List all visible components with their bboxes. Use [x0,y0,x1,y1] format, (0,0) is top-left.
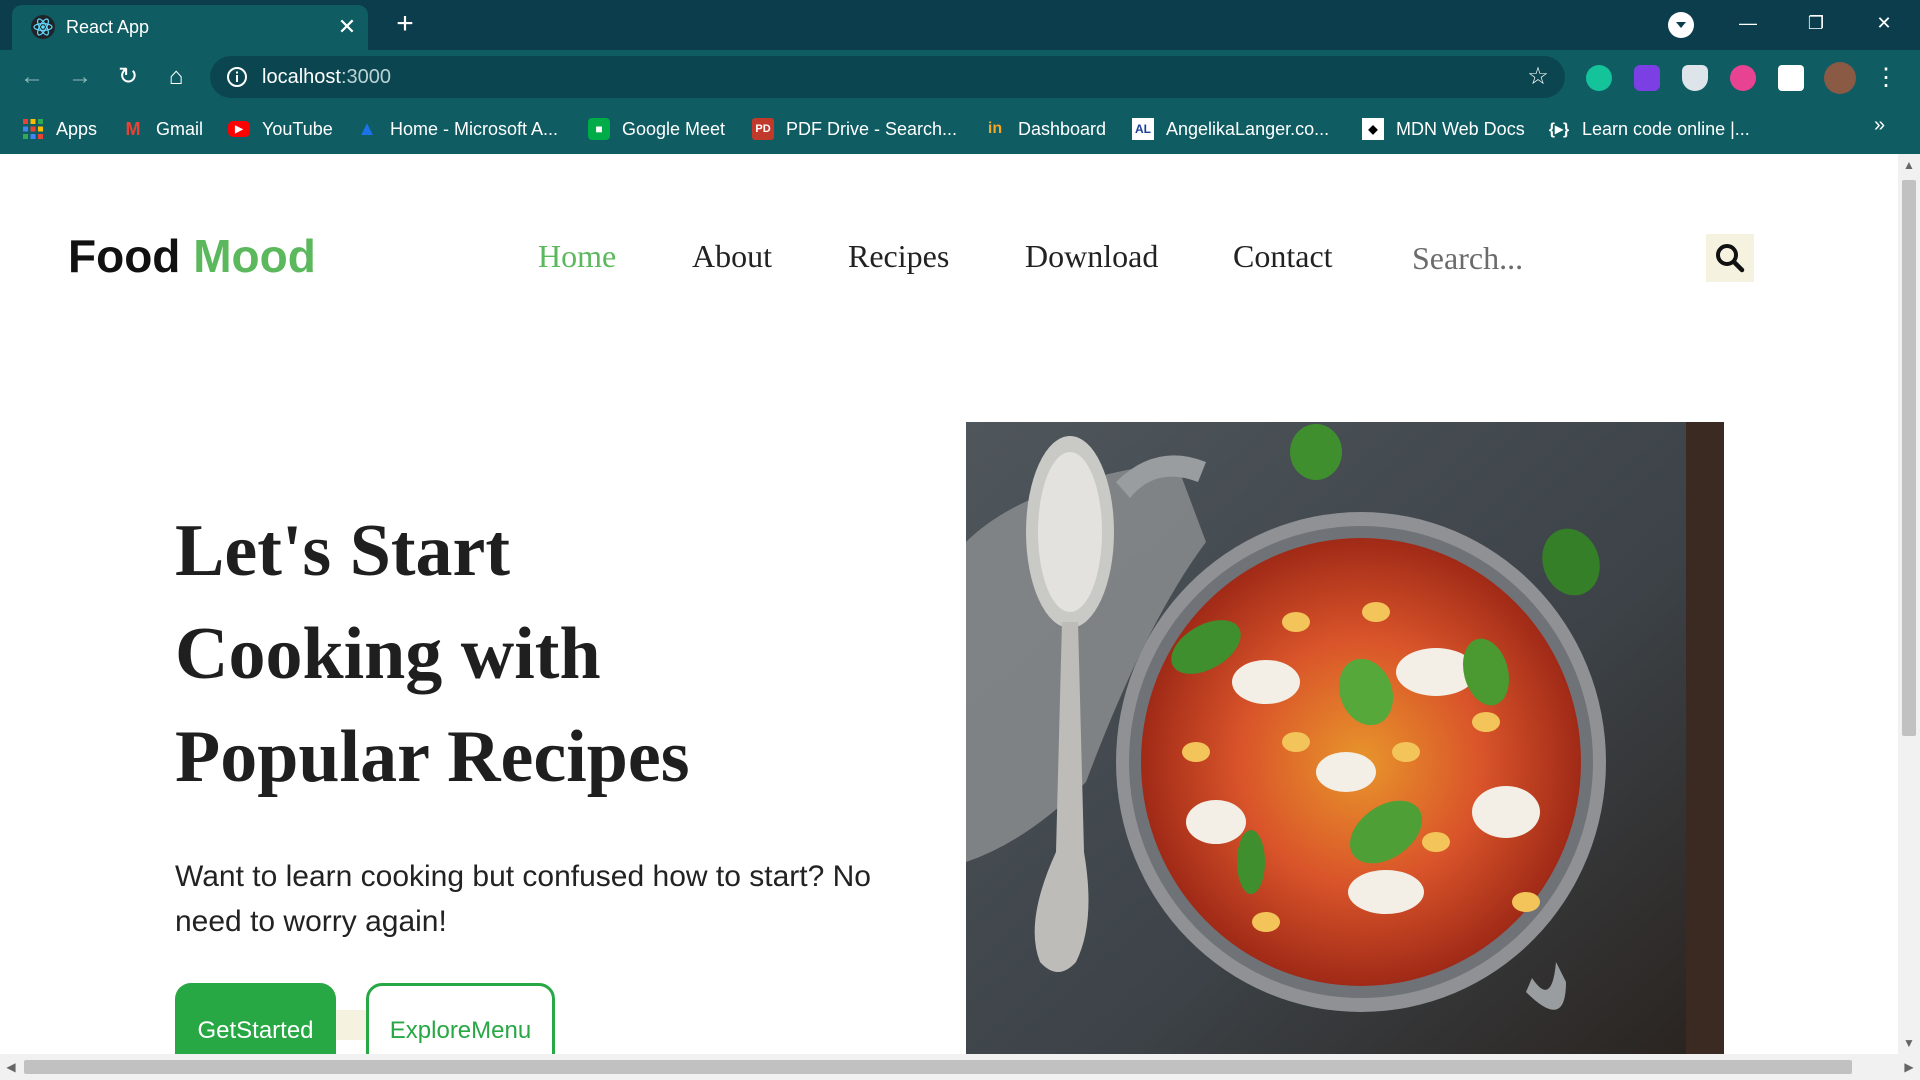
vertical-scrollbar[interactable]: ▲ ▼ [1898,154,1920,1054]
horizontal-scrollbar[interactable]: ◀ ▶ [0,1054,1920,1080]
moon-extension-icon[interactable] [1730,65,1756,91]
explore-menu-button[interactable]: ExploreMenu [366,983,555,1054]
tab-react-app[interactable]: React App ✕ [12,5,368,50]
bookmark-label: YouTube [262,118,333,139]
info-icon[interactable] [226,66,248,88]
browser-toolbar: ← → ↻ ⌂ localhost:3000 ☆ ⋮ [0,50,1920,104]
react-logo-icon [31,15,55,39]
bookmark-label: AngelikaLanger.co... [1166,118,1330,139]
nav-recipes[interactable]: Recipes [848,238,949,275]
youtube-icon: ▶ [228,121,250,137]
minimize-button[interactable]: — [1728,8,1768,38]
hero-title-line: Cooking with [175,613,601,695]
url-text: localhost:3000 [262,66,391,89]
nav-home[interactable]: Home [538,238,616,275]
bookmark-label: PDF Drive - Search... [786,118,958,139]
bookmark-label: Gmail [156,118,204,139]
bookmark-star-icon[interactable]: ☆ [1525,64,1551,90]
mdn-icon: ◆ [1362,118,1384,140]
search-icon [1716,244,1745,273]
scroll-down-arrow-icon[interactable]: ▼ [1898,1032,1920,1054]
bookmark-microsoft-azure[interactable]: ▲ Home - Microsoft A... [356,104,558,154]
bookmark-label: MDN Web Docs [1396,118,1525,139]
browser-menu-icon[interactable]: ⋮ [1874,62,1898,94]
bookmark-youtube[interactable]: ▶ YouTube [228,104,333,154]
nav-about[interactable]: About [692,238,772,275]
angelika-icon: AL [1132,118,1154,140]
button-spacer [336,1010,366,1040]
grammarly-extension-icon[interactable] [1586,65,1612,91]
hero-title-line: Popular Recipes [175,716,690,798]
search-input[interactable] [1410,232,1694,284]
tab-close-icon[interactable]: ✕ [334,11,360,43]
brand-second-word: Mood [193,230,316,282]
bookmark-label: Dashboard [1018,118,1107,139]
apps-grid-icon [22,118,44,140]
search-button[interactable] [1706,234,1754,282]
scroll-left-arrow-icon[interactable]: ◀ [0,1054,22,1080]
dashboard-icon: in [987,120,1003,137]
back-button[interactable]: ← [14,59,50,95]
bookmark-gmail[interactable]: M Gmail [122,104,204,154]
nav-contact[interactable]: Contact [1233,238,1333,275]
bookmarks-overflow-icon[interactable]: » [1874,114,1885,137]
bookmark-dashboard[interactable]: in Dashboard [984,104,1106,154]
hero-subtitle: Want to learn cooking but confused how t… [175,860,871,938]
azure-icon: ▲ [357,117,377,140]
close-window-button[interactable]: ✕ [1864,8,1904,38]
reload-button[interactable]: ↻ [110,59,146,95]
page-viewport: Food Mood Home About Recipes Download Co… [0,154,1898,1054]
horizontal-scroll-thumb[interactable] [24,1060,1852,1074]
url-port: :3000 [340,66,391,88]
tab-strip: React App ✕ + — ❐ ✕ [0,0,1920,50]
brand-first-word: Food [68,230,181,282]
bookmark-label: Home - Microsoft A... [390,118,559,139]
bookmark-label: Learn code online |... [1582,118,1750,139]
bookmark-angelikalanger[interactable]: AL AngelikaLanger.co... [1132,104,1329,154]
nav-download[interactable]: Download [1025,238,1158,275]
bookmark-google-meet[interactable]: ■ Google Meet [588,104,725,154]
scroll-right-arrow-icon[interactable]: ▶ [1898,1054,1920,1080]
new-tab-button[interactable]: + [390,6,420,42]
bookmark-apps[interactable]: Apps [22,104,97,154]
shield-extension-icon[interactable] [1682,65,1708,91]
bookmark-pdf-drive[interactable]: PD PDF Drive - Search... [752,104,957,154]
bookmark-label: Google Meet [622,118,726,139]
google-meet-icon: ■ [588,118,610,140]
bookmark-label: Apps [56,118,98,139]
brand-logo[interactable]: Food Mood [68,229,316,283]
extension-purple-icon[interactable] [1634,65,1660,91]
code-brackets-icon: {▸} [1548,121,1570,138]
gmail-icon: M [125,118,141,139]
pdf-drive-icon: PD [752,118,774,140]
chevron-down-icon [1676,22,1686,28]
gnocchi-dish-image [966,422,1724,1054]
restore-button[interactable]: ❐ [1796,8,1836,38]
hero-title: Let's Start Cooking with Popular Recipes [175,500,795,809]
forward-button[interactable]: → [62,59,98,95]
get-started-button[interactable]: GetStarted [175,983,336,1054]
bookmark-learn-code[interactable]: {▸} Learn code online |... [1548,104,1750,154]
url-host: localhost [262,66,341,88]
profile-avatar[interactable] [1824,62,1856,94]
address-bar[interactable]: localhost:3000 ☆ [210,56,1565,98]
vertical-scroll-thumb[interactable] [1902,180,1916,736]
hero-title-line: Let's Start [175,510,510,592]
tab-title: React App [66,17,150,37]
bookmarks-bar: Apps M Gmail ▶ YouTube ▲ Home - Microsof… [0,104,1920,154]
extensions-puzzle-icon[interactable] [1778,65,1804,91]
bookmark-mdn[interactable]: ◆ MDN Web Docs [1362,104,1525,154]
scroll-up-arrow-icon[interactable]: ▲ [1898,154,1920,176]
home-button[interactable]: ⌂ [158,59,194,95]
tab-search-button[interactable] [1668,12,1694,38]
